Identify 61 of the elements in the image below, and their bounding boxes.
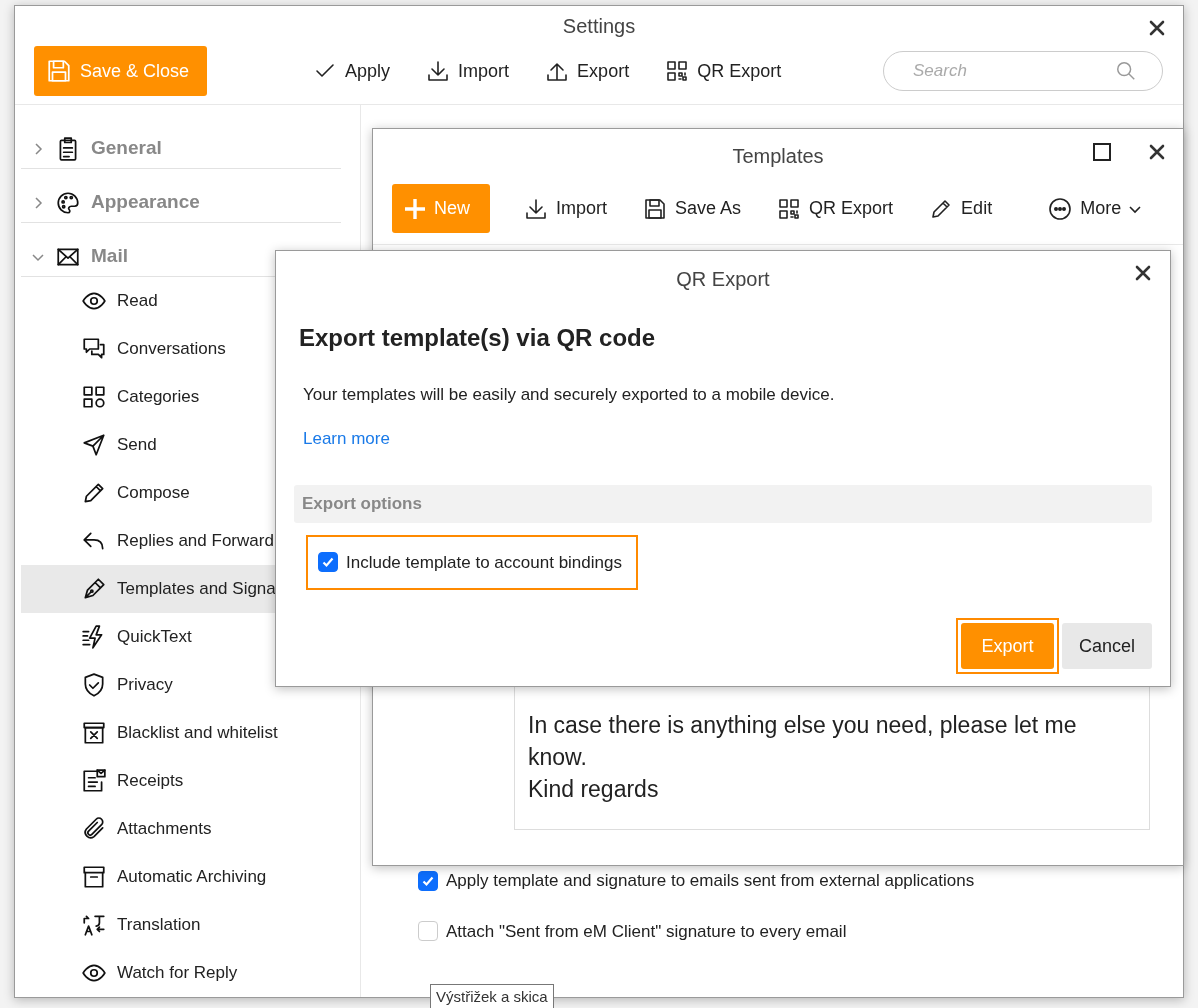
close-icon bbox=[1149, 144, 1165, 160]
sidebar-item[interactable]: Watch for Reply bbox=[21, 949, 361, 997]
sidebar-item[interactable]: Privacy bbox=[21, 661, 361, 709]
sidebar-item[interactable]: Receipts bbox=[21, 757, 361, 805]
qr-code-icon bbox=[777, 196, 802, 221]
receipt-icon bbox=[81, 768, 107, 794]
sidebar-item[interactable]: Automatic Archiving bbox=[21, 853, 361, 901]
close-button[interactable] bbox=[1149, 144, 1165, 160]
search-icon bbox=[1115, 60, 1137, 82]
box-x-icon bbox=[81, 720, 107, 746]
description-text: Your templates will be easily and securely exported to a mobile device. bbox=[303, 384, 836, 406]
translate-icon bbox=[81, 912, 107, 938]
download-icon bbox=[524, 196, 548, 221]
close-button[interactable] bbox=[1135, 265, 1151, 281]
maximize-icon bbox=[1093, 143, 1111, 161]
section-header: Export options bbox=[294, 485, 1152, 523]
toolbar-button[interactable]: Apply bbox=[313, 57, 391, 85]
chat-bubbles-icon bbox=[81, 336, 107, 362]
toolbar-button[interactable]: QR Export bbox=[777, 195, 894, 222]
toolbar-button[interactable]: Edit bbox=[929, 195, 993, 222]
sidebar-item[interactable]: Attachments bbox=[21, 805, 361, 853]
shield-icon bbox=[81, 672, 107, 698]
close-icon bbox=[1149, 20, 1165, 36]
maximize-button[interactable] bbox=[1093, 143, 1111, 161]
window-title: Settings bbox=[562, 14, 636, 39]
dialog-title: QR Export bbox=[676, 266, 770, 292]
pen-nib-icon bbox=[81, 576, 107, 602]
toolbar-button[interactable]: Import bbox=[524, 195, 608, 222]
window-title: Templates bbox=[732, 144, 824, 169]
checkmark-icon bbox=[321, 555, 335, 570]
paper-plane-icon bbox=[81, 432, 107, 458]
search-field[interactable]: Search bbox=[883, 51, 1163, 91]
checkbox[interactable] bbox=[418, 921, 438, 942]
sidebar-item[interactable]: QuickText bbox=[21, 613, 361, 661]
download-icon bbox=[426, 59, 451, 83]
toolbar-button[interactable]: QR Export bbox=[665, 57, 782, 85]
option-label: Attach "Sent from eM Client" signature to every email bbox=[446, 920, 847, 943]
option-label: Apply template and signature to emails sent from external applications bbox=[446, 870, 975, 892]
sidebar-item[interactable]: Translation bbox=[21, 901, 361, 949]
checkbox[interactable] bbox=[318, 552, 338, 573]
dialog-heading: Export template(s) via QR code bbox=[299, 323, 657, 353]
more-icon bbox=[1048, 196, 1073, 221]
archive-box-icon bbox=[81, 864, 107, 890]
sidebar-section[interactable]: Appearance bbox=[21, 169, 341, 223]
tooltip: Výstřižek a skica bbox=[430, 984, 554, 1008]
cancel-button[interactable]: Cancel bbox=[1062, 623, 1152, 669]
sidebar-section[interactable]: General bbox=[21, 115, 341, 169]
palette-icon bbox=[55, 189, 81, 216]
checkbox[interactable] bbox=[418, 870, 438, 891]
toolbar-button[interactable]: More bbox=[1048, 195, 1142, 222]
toolbar-button[interactable]: Export bbox=[545, 57, 630, 85]
plus-icon bbox=[404, 197, 426, 220]
toolbar-button[interactable]: Import bbox=[426, 57, 510, 85]
close-button[interactable] bbox=[1149, 20, 1165, 36]
learn-more-link[interactable]: Learn more bbox=[303, 425, 390, 451]
sidebar-item[interactable]: Read bbox=[21, 277, 361, 325]
close-icon bbox=[1135, 265, 1151, 281]
qr-code-icon bbox=[665, 59, 690, 83]
squares-icon bbox=[81, 384, 107, 410]
sidebar-item[interactable]: Blacklist and whitelist bbox=[21, 709, 361, 757]
toolbar-button[interactable]: Save As bbox=[643, 195, 742, 222]
